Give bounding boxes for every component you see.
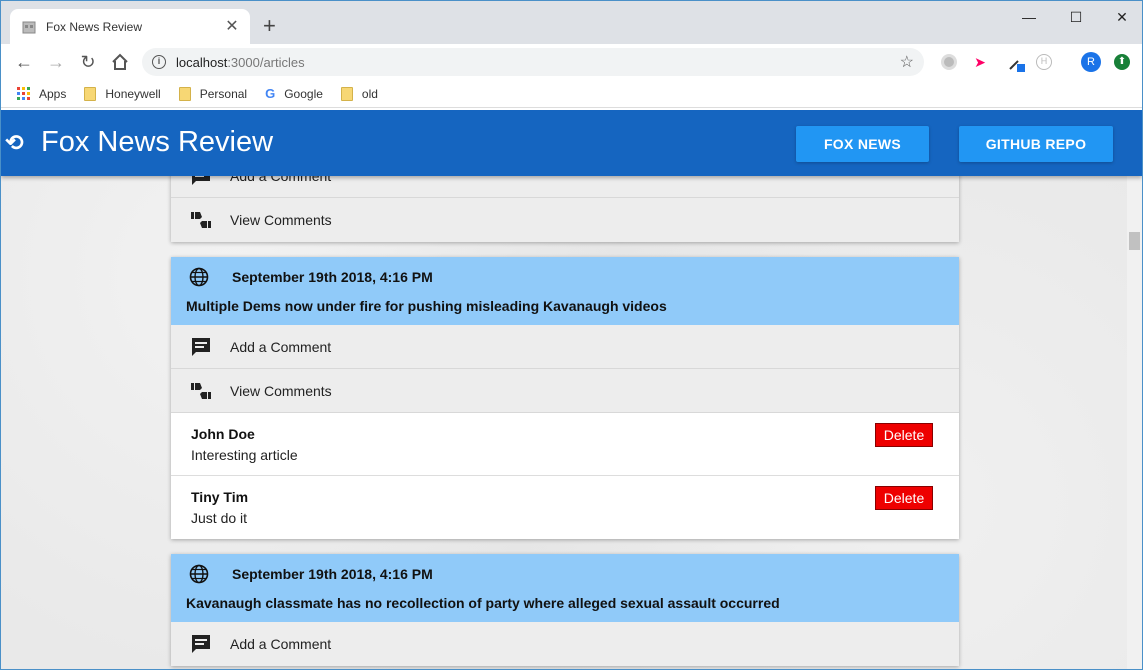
bookmark-google[interactable]: G Google	[265, 86, 323, 101]
minimize-icon[interactable]: —	[1006, 9, 1052, 25]
globe-icon	[189, 564, 209, 584]
sync-icon[interactable]: ⟲	[5, 130, 25, 156]
bookmark-label: Personal	[199, 86, 248, 101]
apps-grid-icon	[17, 87, 30, 100]
extension-arrow-icon[interactable]: ➤	[972, 54, 988, 70]
fox-news-button[interactable]: FOX NEWS	[796, 126, 929, 162]
bookmark-label: old	[361, 86, 378, 101]
comment-text: Just do it	[191, 510, 248, 526]
article-feed: Add a Comment View Comments September 19…	[171, 154, 959, 669]
bookmark-label: Google	[284, 86, 323, 101]
address-bar[interactable]: i localhost:3000/articles ☆	[142, 48, 924, 76]
article-header[interactable]: September 19th 2018, 4:16 PM Multiple De…	[171, 257, 959, 325]
close-window-icon[interactable]: ✕	[1099, 9, 1142, 26]
forward-icon[interactable]: →	[46, 52, 66, 72]
bookmark-star-icon[interactable]: ☆	[900, 52, 914, 72]
folder-icon	[178, 86, 191, 101]
comment-text: Interesting article	[191, 447, 298, 463]
add-comment-row[interactable]: Add a Comment	[171, 325, 959, 369]
extension-circle-icon[interactable]	[941, 54, 957, 70]
article-date: September 19th 2018, 4:16 PM	[232, 269, 433, 285]
add-comment-label: Add a Comment	[230, 338, 332, 355]
tab-title: Fox News Review	[46, 19, 143, 34]
comment-author: John Doe	[191, 426, 255, 442]
delete-comment-button[interactable]: Delete	[875, 486, 933, 510]
home-icon[interactable]	[110, 52, 130, 72]
reload-icon[interactable]: ↻	[78, 52, 98, 72]
update-icon[interactable]: ⬆	[1114, 54, 1130, 70]
app-title: Fox News Review	[41, 126, 274, 158]
app-header: ⟲ Fox News Review FOX NEWS GITHUB REPO	[1, 110, 1142, 176]
browser-window: Fox News Review ✕ + — ☐ ✕ ← → ↻ i localh…	[0, 0, 1143, 670]
page-scrollbar[interactable]	[1127, 176, 1142, 669]
article-card: September 19th 2018, 4:16 PM Kavanaugh c…	[171, 554, 959, 666]
comment-icon	[192, 337, 210, 356]
scrollbar-thumb[interactable]	[1129, 232, 1140, 250]
back-icon[interactable]: ←	[14, 52, 34, 72]
address-url[interactable]: localhost:3000/articles	[176, 55, 305, 70]
profile-avatar[interactable]: R	[1081, 52, 1101, 72]
tab-close-icon[interactable]: ✕	[224, 18, 240, 35]
page-favicon-icon	[22, 21, 36, 33]
github-repo-button[interactable]: GITHUB REPO	[959, 126, 1113, 162]
article-header[interactable]: September 19th 2018, 4:16 PM Kavanaugh c…	[171, 554, 959, 622]
thumbs-up-down-icon	[191, 382, 211, 399]
browser-tab[interactable]: Fox News Review ✕	[10, 9, 250, 44]
bookmark-apps[interactable]: Apps	[17, 87, 66, 101]
delete-comment-button[interactable]: Delete	[875, 423, 933, 447]
article-card: September 19th 2018, 4:16 PM Multiple De…	[171, 257, 959, 539]
folder-icon	[340, 86, 353, 101]
article-headline[interactable]: Kavanaugh classmate has no recollection …	[186, 594, 944, 622]
eyedropper-icon[interactable]	[1007, 54, 1025, 72]
bookmarks-bar: Apps Honeywell Personal G Google old	[1, 80, 1142, 108]
site-info-icon[interactable]: i	[152, 55, 166, 69]
view-comments-label: View Comments	[230, 212, 332, 228]
view-comments-label: View Comments	[230, 382, 332, 399]
globe-icon	[189, 267, 209, 287]
bookmark-honeywell[interactable]: Honeywell	[84, 86, 161, 101]
comment-icon	[192, 635, 210, 653]
comment-item: Tiny Tim Just do it Delete	[171, 476, 959, 539]
bookmark-label: Honeywell	[105, 86, 161, 101]
thumbs-up-down-icon	[191, 212, 211, 228]
add-comment-label: Add a Comment	[230, 636, 332, 652]
comment-item: John Doe Interesting article Delete	[171, 413, 959, 476]
bookmark-personal[interactable]: Personal	[178, 86, 248, 101]
comment-author: Tiny Tim	[191, 489, 249, 505]
view-comments-row[interactable]: View Comments	[171, 369, 959, 413]
extension-h-icon[interactable]: H	[1036, 54, 1052, 70]
tab-strip: Fox News Review ✕ + — ☐ ✕	[1, 1, 1142, 44]
article-date: September 19th 2018, 4:16 PM	[232, 566, 433, 582]
bookmark-label: Apps	[39, 86, 67, 101]
browser-toolbar: ← → ↻ i localhost:3000/articles ☆ ➤ H R …	[1, 44, 1142, 80]
page-viewport: ⟲ Fox News Review FOX NEWS GITHUB REPO A…	[1, 110, 1142, 669]
add-comment-row[interactable]: Add a Comment	[171, 622, 959, 666]
google-icon: G	[265, 86, 276, 101]
view-comments-row[interactable]: View Comments	[171, 198, 959, 242]
new-tab-icon[interactable]: +	[263, 15, 276, 37]
maximize-icon[interactable]: ☐	[1053, 9, 1099, 26]
folder-icon	[84, 86, 97, 101]
article-headline[interactable]: Multiple Dems now under fire for pushing…	[186, 297, 944, 325]
bookmark-old[interactable]: old	[340, 86, 378, 101]
